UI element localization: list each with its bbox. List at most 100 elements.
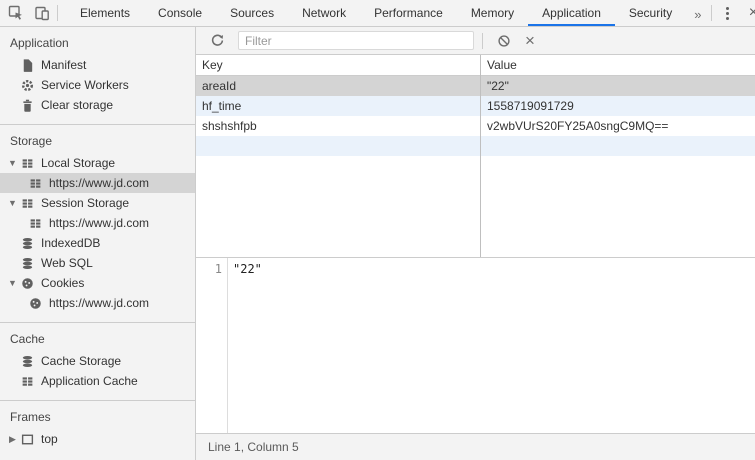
sidebar-item-label: Web SQL [41, 256, 93, 270]
ban-icon [497, 34, 511, 48]
tab-security[interactable]: Security [615, 0, 686, 26]
tab-application[interactable]: Application [528, 0, 615, 26]
sidebar-item-label: Service Workers [41, 78, 129, 92]
value-preview-pane: 1 "22" [196, 257, 755, 433]
sidebar-item-cache-storage[interactable]: Cache Storage [0, 351, 195, 371]
refresh-button[interactable] [204, 28, 230, 54]
clear-all-button[interactable] [491, 28, 517, 54]
local-storage-view: × Key Value areaId "22" hf_time 15587190… [196, 27, 755, 460]
cursor-position-label: Line 1, Column 5 [208, 440, 299, 454]
value-preview-editor[interactable]: "22" [228, 258, 755, 433]
section-title-application: Application [0, 27, 195, 55]
table-icon [20, 196, 35, 211]
sidebar-item-label: https://www.jd.com [49, 296, 149, 310]
section-storage: Storage Local Storage https://www.jd.com… [0, 125, 195, 323]
table-header-row: Key Value [196, 55, 755, 76]
key-cell: shshshfpb [196, 119, 480, 133]
tabbar-right-controls: × [709, 0, 755, 26]
section-title-frames: Frames [0, 401, 195, 429]
tab-sources[interactable]: Sources [216, 0, 288, 26]
table-icon [28, 216, 43, 231]
table-icon [28, 176, 43, 191]
gear-icon [20, 78, 35, 93]
key-cell: hf_time [196, 99, 480, 113]
editor-statusbar: Line 1, Column 5 [196, 433, 755, 460]
application-sidebar: Application Manifest Service Workers Cle… [0, 27, 196, 460]
sidebar-item-manifest[interactable]: Manifest [0, 55, 195, 75]
column-header-key[interactable]: Key [196, 58, 480, 72]
chevron-down-icon [5, 198, 20, 208]
devtools-window: Elements Console Sources Network Perform… [0, 0, 755, 460]
sidebar-item-label: Manifest [41, 58, 86, 72]
tab-console[interactable]: Console [144, 0, 216, 26]
tabbar-left-tools [0, 0, 60, 26]
refresh-icon [210, 33, 225, 48]
sidebar-item-clear-storage[interactable]: Clear storage [0, 95, 195, 115]
sidebar-item-application-cache[interactable]: Application Cache [0, 371, 195, 391]
database-icon [20, 256, 35, 271]
line-number: 1 [215, 262, 222, 276]
close-icon: × [749, 5, 755, 21]
table-filler [196, 156, 755, 257]
sidebar-item-label: Application Cache [41, 374, 138, 388]
sidebar-item-session-storage[interactable]: Session Storage [0, 193, 195, 213]
sidebar-item-label: top [41, 432, 58, 446]
storage-items-table: Key Value areaId "22" hf_time 1558719091… [196, 55, 755, 257]
column-resize-divider[interactable] [480, 55, 481, 257]
section-application: Application Manifest Service Workers Cle… [0, 27, 195, 125]
document-icon [20, 58, 35, 73]
empty-row[interactable] [196, 136, 755, 156]
key-cell: areaId [196, 79, 480, 93]
devtools-menu-button[interactable] [714, 0, 740, 26]
sidebar-item-label: Clear storage [41, 98, 113, 112]
toolbar-separator [482, 33, 483, 49]
value-cell: 1558719091729 [480, 99, 755, 113]
device-toolbar-button[interactable] [29, 0, 55, 26]
sidebar-item-local-storage-jd[interactable]: https://www.jd.com [0, 173, 195, 193]
toolbar-separator [57, 5, 58, 21]
storage-toolbar: × [196, 27, 755, 55]
database-icon [20, 236, 35, 251]
devtools-tabbar: Elements Console Sources Network Perform… [0, 0, 755, 27]
filter-input[interactable] [238, 31, 474, 50]
sidebar-item-label: Cache Storage [41, 354, 121, 368]
chevron-down-icon [5, 158, 20, 168]
tab-memory[interactable]: Memory [457, 0, 528, 26]
delete-selected-button[interactable]: × [517, 28, 543, 54]
tab-elements[interactable]: Elements [66, 0, 144, 26]
inspect-element-button[interactable] [3, 0, 29, 26]
table-row[interactable]: areaId "22" [196, 76, 755, 96]
column-header-value[interactable]: Value [480, 58, 755, 72]
inspect-cursor-icon [8, 5, 24, 21]
section-cache: Cache Cache Storage Application Cache [0, 323, 195, 401]
sidebar-item-web-sql[interactable]: Web SQL [0, 253, 195, 273]
table-icon [20, 156, 35, 171]
sidebar-item-label: IndexedDB [41, 236, 100, 250]
line-number-gutter: 1 [196, 258, 228, 433]
chevron-right-icon [5, 434, 20, 445]
delete-icon: × [525, 32, 535, 49]
cookie-icon [20, 276, 35, 291]
application-panel: Application Manifest Service Workers Cle… [0, 27, 755, 460]
value-cell: "22" [480, 79, 755, 93]
sidebar-item-session-storage-jd[interactable]: https://www.jd.com [0, 213, 195, 233]
sidebar-item-cookies[interactable]: Cookies [0, 273, 195, 293]
table-row[interactable]: hf_time 1558719091729 [196, 96, 755, 116]
sidebar-item-top-frame[interactable]: top [0, 429, 195, 449]
more-tabs-button[interactable]: » [686, 0, 709, 26]
sidebar-item-local-storage[interactable]: Local Storage [0, 153, 195, 173]
tab-performance[interactable]: Performance [360, 0, 457, 26]
sidebar-item-label: Session Storage [41, 196, 129, 210]
sidebar-item-indexeddb[interactable]: IndexedDB [0, 233, 195, 253]
preview-value-text: "22" [233, 262, 262, 276]
sidebar-item-service-workers[interactable]: Service Workers [0, 75, 195, 95]
frame-icon [20, 432, 35, 447]
tab-network[interactable]: Network [288, 0, 360, 26]
sidebar-item-label: https://www.jd.com [49, 216, 149, 230]
cookie-icon [28, 296, 43, 311]
chevron-down-icon [5, 278, 20, 288]
sidebar-item-cookies-jd[interactable]: https://www.jd.com [0, 293, 195, 313]
sidebar-item-label: https://www.jd.com [49, 176, 149, 190]
table-row[interactable]: shshshfpb v2wbVUrS20FY25A0sngC9MQ== [196, 116, 755, 136]
close-devtools-button[interactable]: × [740, 0, 755, 26]
